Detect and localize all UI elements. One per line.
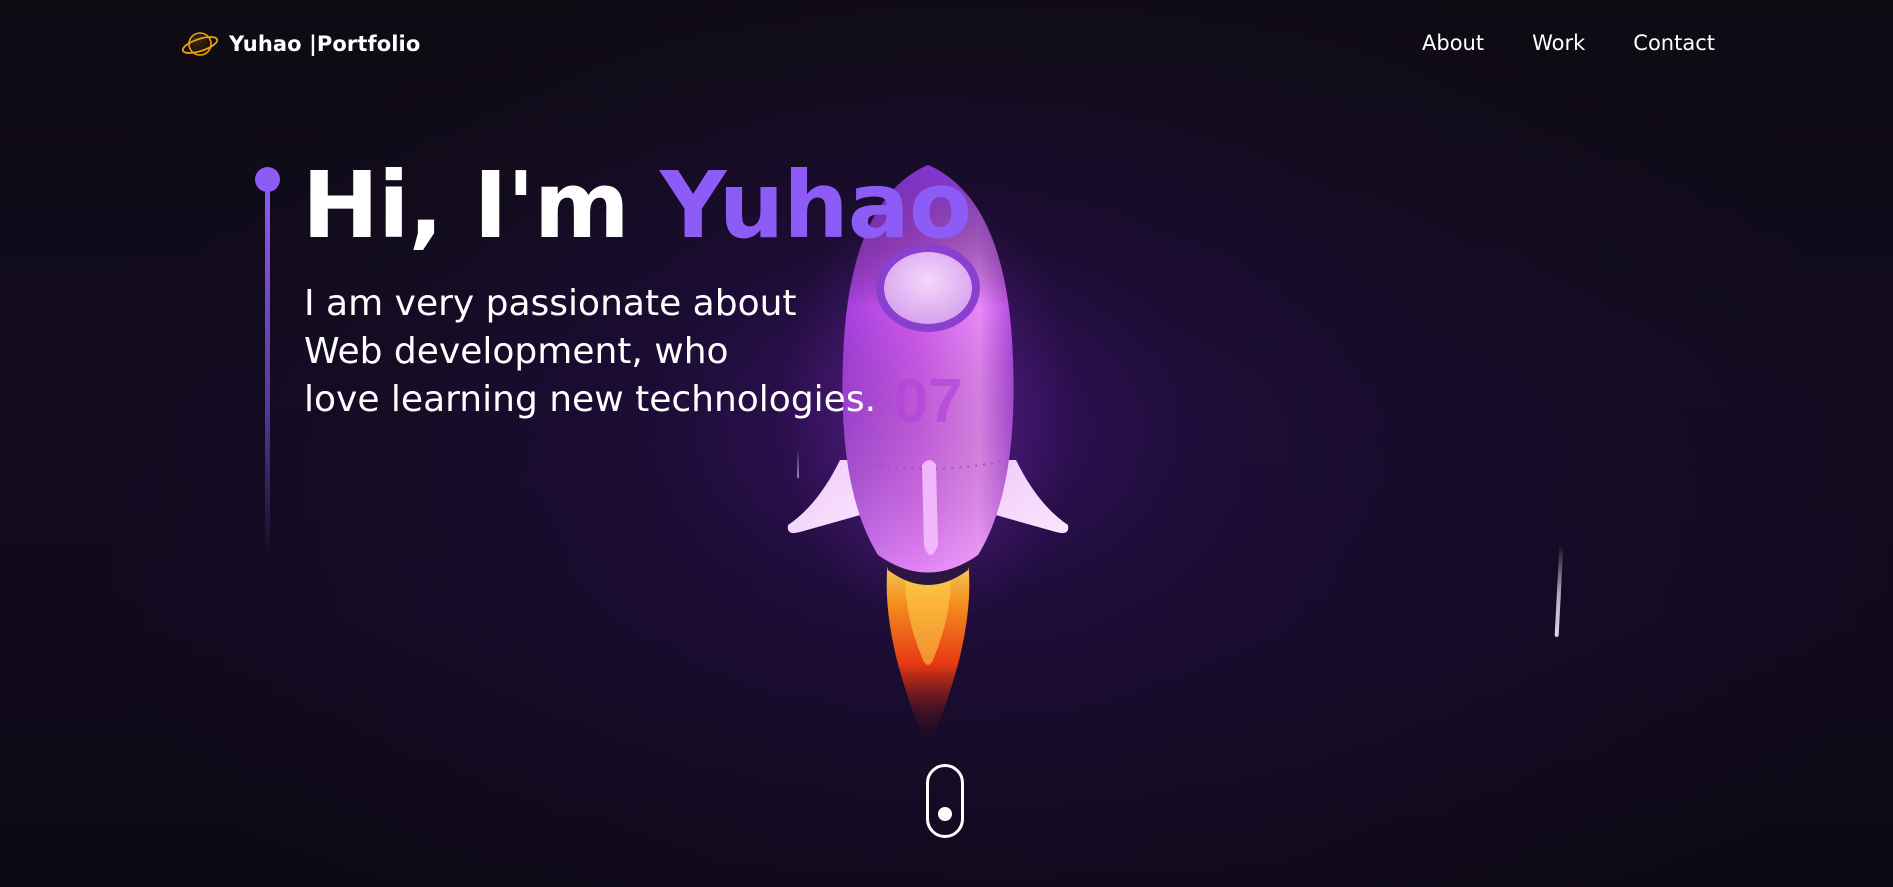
nav-about[interactable]: About bbox=[1422, 31, 1484, 55]
hero-description-line: love learning new technologies. bbox=[304, 379, 877, 420]
main-nav: About Work Contact bbox=[1422, 31, 1715, 55]
shooting-star bbox=[1554, 544, 1564, 638]
timeline-line bbox=[265, 186, 270, 558]
planet-icon bbox=[181, 32, 219, 56]
scroll-mouse-icon[interactable] bbox=[926, 764, 964, 838]
scroll-dot bbox=[938, 807, 952, 821]
nav-work[interactable]: Work bbox=[1532, 31, 1585, 55]
brand-text: Yuhao |Portfolio bbox=[229, 32, 421, 56]
hero-description-line: Web development, who bbox=[304, 331, 729, 372]
hero-greeting: Hi, I'm bbox=[302, 152, 630, 259]
page: Yuhao |Portfolio About Work Contact 07 H… bbox=[0, 0, 1893, 887]
hero-description-line: I am very passionate about bbox=[304, 283, 797, 324]
hero-description: I am very passionate about Web developme… bbox=[304, 280, 944, 424]
hero-title: Hi, I'm Yuhao bbox=[302, 157, 972, 255]
shooting-star bbox=[797, 448, 799, 478]
hero-name: Yuhao bbox=[659, 152, 972, 259]
nav-contact[interactable]: Contact bbox=[1633, 31, 1715, 55]
brand-logo[interactable]: Yuhao |Portfolio bbox=[181, 27, 420, 61]
